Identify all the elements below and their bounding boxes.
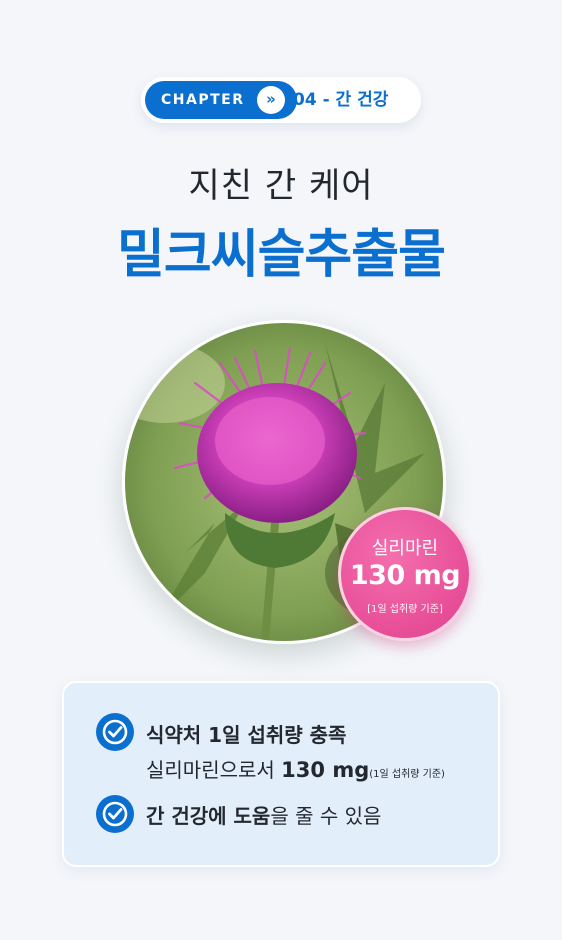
check-circle-icon — [96, 713, 134, 751]
info-item-1-value: 130 mg — [281, 758, 370, 782]
info-box: 식약처 1일 섭취량 충족 실리마린으로서 130 mg(1일 섭취량 기준) … — [62, 681, 500, 867]
chapter-label-pill: CHAPTER » — [145, 81, 297, 119]
page-subtitle: 지친 간 케어 — [188, 166, 374, 206]
badge-dosage-value: 130 mg — [349, 560, 461, 591]
info-item-1-note: (1일 섭취량 기준) — [369, 769, 445, 780]
chapter-label: CHAPTER — [161, 92, 245, 108]
chapter-number-topic: 04 - 간 건강 — [293, 90, 389, 110]
silymarin-badge: 실리마린 130 mg [1일 섭취량 기준] — [338, 507, 472, 641]
info-item-2-rest: 을 줄 수 있음 — [270, 804, 382, 828]
info-item-1-detail: 실리마린으로서 130 mg(1일 섭취량 기준) — [146, 754, 445, 783]
info-item-2-bold: 간 건강에 도움 — [146, 804, 271, 828]
chapter-pill: CHAPTER » 04 - 간 건강 — [141, 77, 421, 123]
info-item-2-text: 간 건강에 도움을 줄 수 있음 — [146, 800, 381, 829]
check-circle-icon — [96, 795, 134, 833]
badge-ingredient-name: 실리마린 — [371, 538, 439, 559]
info-item-1-title: 식약처 1일 섭취량 충족 — [146, 723, 347, 747]
badge-dosage-basis: [1일 섭취량 기준] — [367, 604, 443, 615]
page-title: 밀크씨슬추출물 — [117, 225, 446, 285]
info-item-1-prefix: 실리마린으로서 — [146, 758, 282, 782]
double-chevron-right-icon: » — [257, 86, 285, 114]
